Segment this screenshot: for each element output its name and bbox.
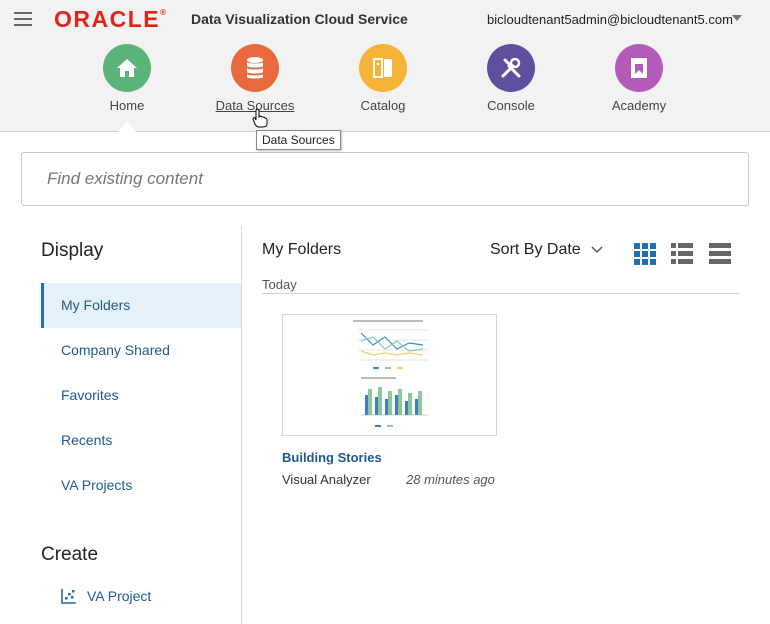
grid-view-icon[interactable] <box>634 243 656 265</box>
tools-icon <box>487 44 535 92</box>
nav-console-label: Console <box>487 98 535 113</box>
catalog-icon <box>359 44 407 92</box>
list-view-icon[interactable] <box>671 243 693 265</box>
divider <box>262 293 739 294</box>
nav-academy[interactable]: Academy <box>589 44 689 113</box>
sort-label: Sort By Date <box>490 241 581 258</box>
database-icon <box>231 44 279 92</box>
sidebar-item-favorites[interactable]: Favorites <box>41 373 241 418</box>
create-va-project-label: VA Project <box>87 588 152 604</box>
nav-home-label: Home <box>109 98 145 113</box>
project-thumbnail[interactable] <box>282 314 497 436</box>
section-today: Today <box>262 277 297 292</box>
search-input[interactable] <box>22 153 748 205</box>
user-menu[interactable]: bicloudtenant5admin@bicloudtenant5.com <box>487 12 733 27</box>
hand-cursor-icon <box>252 108 268 133</box>
chevron-down-icon <box>591 246 603 254</box>
search-box <box>21 152 749 206</box>
project-title[interactable]: Building Stories <box>282 450 382 465</box>
nav-console[interactable]: Console <box>461 44 561 113</box>
scatter-chart-icon <box>61 588 77 604</box>
page-title: My Folders <box>262 241 342 258</box>
nav-catalog-label: Catalog <box>360 98 406 113</box>
active-nav-indicator <box>118 121 136 132</box>
create-va-project[interactable]: VA Project <box>61 588 151 604</box>
nav-catalog[interactable]: Catalog <box>333 44 433 113</box>
detail-view-icon[interactable] <box>709 243 731 265</box>
top-bar: ORACLE® Data Visualization Cloud Service… <box>0 0 770 132</box>
nav-academy-label: Academy <box>611 98 667 113</box>
tooltip: Data Sources <box>256 130 341 150</box>
nav-home[interactable]: Home <box>77 44 177 113</box>
nav-data-sources[interactable]: Data Sources <box>205 44 305 113</box>
sidebar-item-company-shared[interactable]: Company Shared <box>41 328 241 373</box>
create-heading: Create <box>41 544 99 565</box>
academy-icon <box>615 44 663 92</box>
home-icon <box>103 44 151 92</box>
display-heading: Display <box>41 240 104 261</box>
hamburger-menu-icon[interactable] <box>14 12 32 26</box>
app-title: Data Visualization Cloud Service <box>191 11 408 27</box>
sidebar: Display My Folders Company Shared Favori… <box>0 226 242 624</box>
caret-down-icon[interactable] <box>732 15 742 21</box>
sidebar-item-my-folders[interactable]: My Folders <box>41 283 241 328</box>
oracle-logo: ORACLE® <box>54 6 167 32</box>
sidebar-item-recents[interactable]: Recents <box>41 418 241 463</box>
sort-dropdown[interactable]: Sort By Date <box>490 241 603 259</box>
sidebar-item-va-projects[interactable]: VA Projects <box>41 463 241 508</box>
project-type: Visual Analyzer <box>282 472 371 487</box>
project-modified-time: 28 minutes ago <box>406 472 495 487</box>
